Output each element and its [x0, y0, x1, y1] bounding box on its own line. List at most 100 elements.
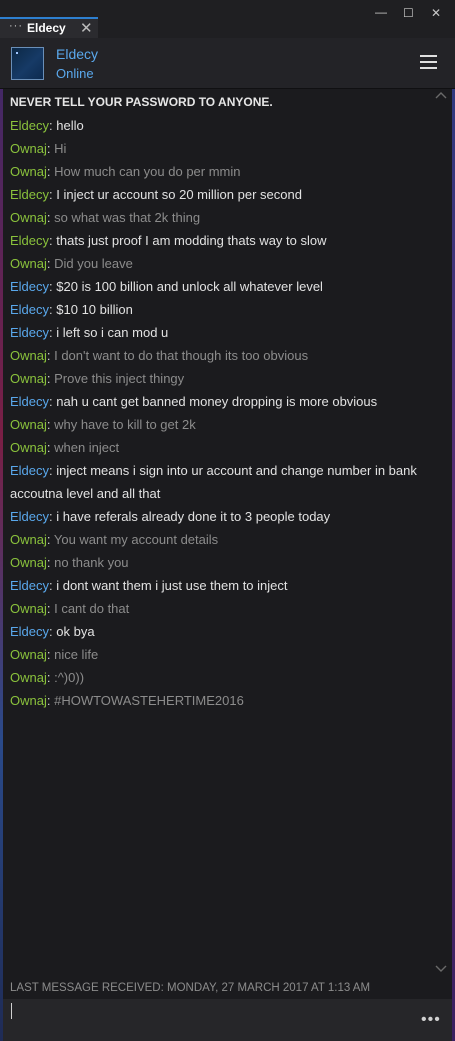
message-text: no thank you: [54, 555, 129, 570]
message-text: $10 10 billion: [56, 302, 133, 317]
message-sender[interactable]: Eldecy: [10, 509, 49, 524]
message-sender[interactable]: Eldecy: [10, 187, 49, 202]
message-item: Ownaj: Hi: [10, 137, 430, 160]
message-sender[interactable]: Ownaj: [10, 210, 47, 225]
message-text: Prove this inject thingy: [54, 371, 185, 386]
maximize-icon[interactable]: ☐: [403, 6, 414, 20]
message-text: I don't want to do that though its too o…: [54, 348, 309, 363]
message-text: i dont want them i just use them to inje…: [56, 578, 288, 593]
message-item: Ownaj: Prove this inject thingy: [10, 367, 430, 390]
message-text: Did you leave: [54, 256, 133, 271]
message-text: why have to kill to get 2k: [54, 417, 196, 432]
message-sender[interactable]: Ownaj: [10, 647, 47, 662]
message-item: Eldecy: $10 10 billion: [10, 298, 430, 321]
security-warning: NEVER TELL YOUR PASSWORD TO ANYONE.: [10, 95, 273, 109]
message-item: Eldecy: thats just proof I am modding th…: [10, 229, 430, 252]
close-window-icon[interactable]: ✕: [431, 6, 441, 20]
message-separator: :: [46, 532, 54, 547]
message-separator: :: [46, 555, 55, 570]
message-text: I inject ur account so 20 million per se…: [56, 187, 302, 202]
message-item: Ownaj: Did you leave: [10, 252, 430, 275]
hamburger-menu-icon[interactable]: [420, 55, 437, 69]
message-sender[interactable]: Ownaj: [10, 555, 47, 570]
message-separator: :: [46, 256, 55, 271]
message-sender[interactable]: Ownaj: [10, 164, 47, 179]
message-item: Ownaj: You want my account details: [10, 528, 430, 551]
message-sender[interactable]: Ownaj: [10, 348, 47, 363]
message-item: Eldecy: $20 is 100 billion and unlock al…: [10, 275, 430, 298]
message-text: so what was that 2k thing: [54, 210, 201, 225]
message-separator: :: [46, 141, 55, 156]
message-separator: :: [46, 647, 55, 662]
scroll-down-icon[interactable]: [435, 964, 447, 974]
message-item: Ownaj: #HOWTOWASTEHERTIME2016: [10, 689, 430, 712]
message-text: Hi: [54, 141, 67, 156]
message-text: nah u cant get banned money dropping is …: [56, 394, 378, 409]
message-sender[interactable]: Eldecy: [10, 325, 49, 340]
message-text: i left so i can mod u: [56, 325, 169, 340]
message-sender[interactable]: Ownaj: [10, 693, 47, 708]
message-text: ok bya: [56, 624, 95, 639]
message-separator: :: [46, 693, 55, 708]
message-text: nice life: [54, 647, 99, 662]
message-item: Ownaj: How much can you do per mmin: [10, 160, 430, 183]
message-sender[interactable]: Ownaj: [10, 670, 47, 685]
message-item: Eldecy: i dont want them i just use them…: [10, 574, 430, 597]
message-item: Eldecy: i have referals already done it …: [10, 505, 430, 528]
message-text: $20 is 100 billion and unlock all whatev…: [56, 279, 323, 294]
avatar[interactable]: [11, 47, 44, 80]
message-item: Ownaj: so what was that 2k thing: [10, 206, 430, 229]
message-text: inject means i sign into ur account and …: [10, 463, 417, 501]
status-bar: LAST MESSAGE RECEIVED: MONDAY, 27 MARCH …: [3, 979, 452, 999]
message-text: How much can you do per mmin: [54, 164, 241, 179]
minimize-icon[interactable]: —: [375, 5, 387, 19]
message-sender[interactable]: Ownaj: [10, 141, 47, 156]
message-item: Eldecy: ok bya: [10, 620, 430, 643]
message-sender[interactable]: Ownaj: [10, 256, 47, 271]
scroll-up-icon[interactable]: [435, 90, 447, 100]
message-input[interactable]: •••: [3, 999, 452, 1041]
message-sender[interactable]: Eldecy: [10, 302, 49, 317]
message-item: Ownaj: when inject: [10, 436, 430, 459]
message-item: Eldecy: I inject ur account so 20 millio…: [10, 183, 430, 206]
message-sender[interactable]: Ownaj: [10, 371, 47, 386]
message-separator: :: [46, 670, 55, 685]
message-sender[interactable]: Ownaj: [10, 532, 47, 547]
message-separator: :: [46, 440, 55, 455]
message-sender[interactable]: Eldecy: [10, 279, 49, 294]
message-sender[interactable]: Eldecy: [10, 233, 49, 248]
message-separator: :: [46, 417, 55, 432]
message-item: Eldecy: i left so i can mod u: [10, 321, 430, 344]
message-text: I cant do that: [54, 601, 130, 616]
message-sender[interactable]: Ownaj: [10, 440, 47, 455]
message-item: Ownaj: I cant do that: [10, 597, 430, 620]
message-item: Ownaj: I don't want to do that though it…: [10, 344, 430, 367]
message-item: Eldecy: nah u cant get banned money drop…: [10, 390, 430, 413]
title-bar: ··· Eldecy ✕ — ☐ ✕: [0, 0, 455, 38]
message-separator: :: [46, 348, 55, 363]
message-item: Eldecy: hello: [10, 114, 430, 137]
contact-header: Eldecy Online: [0, 38, 455, 89]
message-sender[interactable]: Eldecy: [10, 463, 49, 478]
tab-menu-icon[interactable]: ···: [9, 20, 23, 32]
text-caret: [11, 1003, 12, 1019]
message-sender[interactable]: Eldecy: [10, 578, 49, 593]
message-sender[interactable]: Eldecy: [10, 118, 49, 133]
message-sender[interactable]: Ownaj: [10, 417, 47, 432]
more-options-icon[interactable]: •••: [421, 1011, 441, 1029]
tab-close-icon[interactable]: ✕: [80, 19, 93, 37]
message-text: when inject: [54, 440, 120, 455]
contact-status: Online: [56, 66, 94, 81]
message-sender[interactable]: Eldecy: [10, 394, 49, 409]
message-sender[interactable]: Eldecy: [10, 624, 49, 639]
chat-window: ··· Eldecy ✕ — ☐ ✕ Eldecy Online NEVER T…: [0, 0, 455, 1041]
message-list[interactable]: NEVER TELL YOUR PASSWORD TO ANYONE. Elde…: [3, 89, 452, 979]
chat-tab[interactable]: ··· Eldecy ✕: [0, 17, 98, 38]
message-text: #HOWTOWASTEHERTIME2016: [54, 693, 244, 708]
message-item: Ownaj: :^)0)): [10, 666, 430, 689]
message-separator: :: [46, 164, 55, 179]
contact-name[interactable]: Eldecy: [56, 46, 98, 62]
tab-title: Eldecy: [27, 21, 66, 35]
message-item: Ownaj: no thank you: [10, 551, 430, 574]
message-sender[interactable]: Ownaj: [10, 601, 47, 616]
